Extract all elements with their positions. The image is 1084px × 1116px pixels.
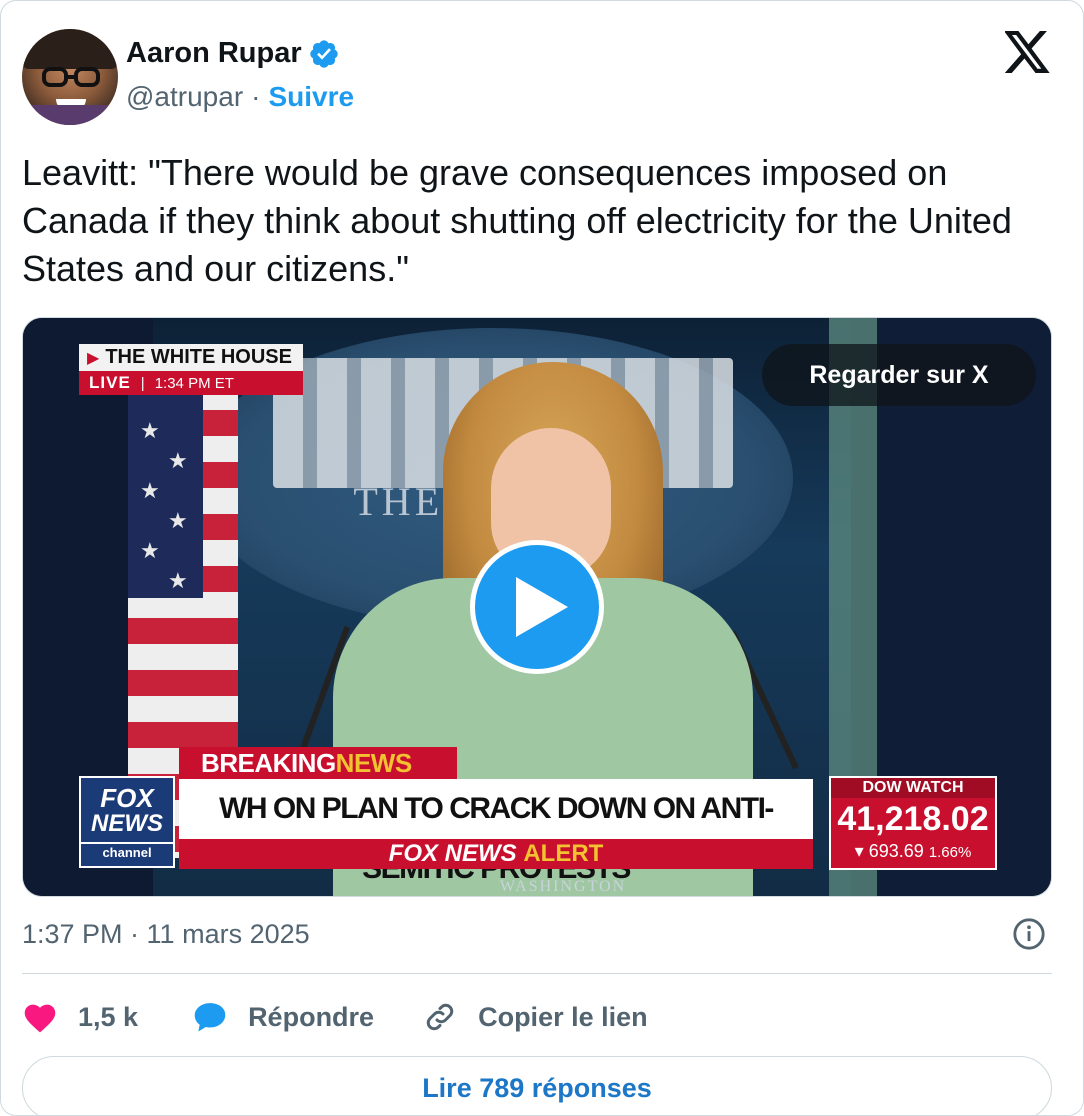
author-handle[interactable]: @atrupar (126, 81, 243, 113)
dow-change: 693.69 (868, 841, 924, 861)
flag-star: ★ (168, 568, 188, 593)
author-handle-row: @atrupar · Suivre (126, 81, 354, 113)
wh-bug-separator: | (140, 374, 145, 392)
follow-button[interactable]: Suivre (268, 81, 354, 113)
avatar-glasses-left (42, 67, 68, 87)
reply-button[interactable]: Répondre (192, 1001, 374, 1033)
dow-value: 41,218.02 (837, 800, 989, 838)
watch-on-x-button[interactable]: Regarder sur X (762, 344, 1036, 406)
author-name[interactable]: Aaron Rupar (126, 37, 302, 70)
tweet-timestamp[interactable]: 1:37 PM · 11 mars 2025 (22, 919, 310, 950)
fox-logo-line2: NEWS (91, 810, 163, 837)
author-name-row: Aaron Rupar (126, 37, 340, 70)
dow-change-row: ▾ 693.69 1.66% (831, 840, 995, 864)
tweet-card: Aaron Rupar @atrupar · Suivre Leavitt: "… (0, 0, 1084, 1116)
reply-label: Répondre (248, 1001, 375, 1032)
wh-bug-title-row: ▶ THE WHITE HOUSE (79, 344, 303, 371)
dow-label: DOW WATCH (831, 778, 995, 798)
link-icon (426, 1003, 454, 1031)
flag-star: ★ (140, 538, 160, 563)
flag-star: ★ (140, 418, 160, 443)
divider (22, 973, 1052, 974)
white-house-live-bug: ▶ THE WHITE HOUSE LIVE | 1:34 PM ET (79, 344, 303, 395)
info-icon[interactable] (1012, 917, 1046, 951)
dow-watch-box: DOW WATCH 41,218.02 ▾ 693.69 1.66% (829, 776, 997, 870)
flag-star: ★ (168, 448, 188, 473)
like-button[interactable]: 1,5 k (22, 1001, 138, 1033)
heart-icon (24, 1004, 56, 1033)
podium-location-text: WASHINGTON (499, 878, 627, 895)
fox-news-alert-bar: FOX NEWS ALERT (179, 839, 813, 869)
wh-bug-live: LIVE (89, 373, 131, 392)
play-button[interactable] (470, 540, 604, 674)
fox-logo-line3: channel (81, 842, 173, 862)
avatar[interactable] (22, 29, 118, 125)
down-arrow-icon: ▾ (854, 841, 864, 861)
play-icon (516, 577, 568, 637)
wh-bug-title: THE WHITE HOUSE (105, 346, 292, 368)
fox-news-logo: FOX NEWS channel (79, 776, 175, 868)
alert-suffix: ALERT (523, 840, 604, 867)
news-headline: WH ON PLAN TO CRACK DOWN ON ANTI-SEMITIC… (179, 779, 813, 885)
reply-bubble-icon (194, 1003, 226, 1032)
dow-percent: 1.66% (928, 844, 972, 861)
avatar-shirt (22, 105, 118, 125)
breaking-suffix: NEWS (335, 748, 413, 778)
flag-star: ★ (168, 508, 188, 533)
wh-bug-triangle-icon: ▶ (87, 349, 100, 367)
handle-separator: · (251, 81, 261, 112)
breaking-prefix: BREAKING (201, 748, 336, 778)
fox-logo-line1: FOX (100, 783, 154, 813)
wh-bug-live-row: LIVE | 1:34 PM ET (79, 371, 303, 395)
read-replies-button[interactable]: Lire 789 réponses (22, 1056, 1052, 1115)
wh-bug-time: 1:34 PM ET (154, 374, 234, 392)
alert-prefix: FOX NEWS (388, 840, 517, 867)
avatar-glasses-right (74, 67, 100, 87)
video-player[interactable]: THE WH USE ★ ★ ★ ★ ★ ★ ▶ THE WHITE HOUSE… (22, 317, 1052, 897)
copy-link-button[interactable]: Copier le lien (422, 999, 648, 1035)
verified-badge-icon (309, 39, 338, 68)
x-logo-icon[interactable] (1005, 31, 1051, 73)
flag-star: ★ (140, 478, 160, 503)
avatar-hair (22, 29, 118, 69)
tweet-text: Leavitt: "There would be grave consequen… (22, 152, 1012, 289)
breaking-news-banner: BREAKINGNEWS (179, 747, 457, 779)
copy-link-label: Copier le lien (478, 1001, 648, 1032)
avatar-glasses-bridge (67, 75, 75, 79)
action-bar: 1,5 k Répondre Copier le lien (22, 997, 696, 1037)
like-count: 1,5 k (78, 1001, 139, 1032)
